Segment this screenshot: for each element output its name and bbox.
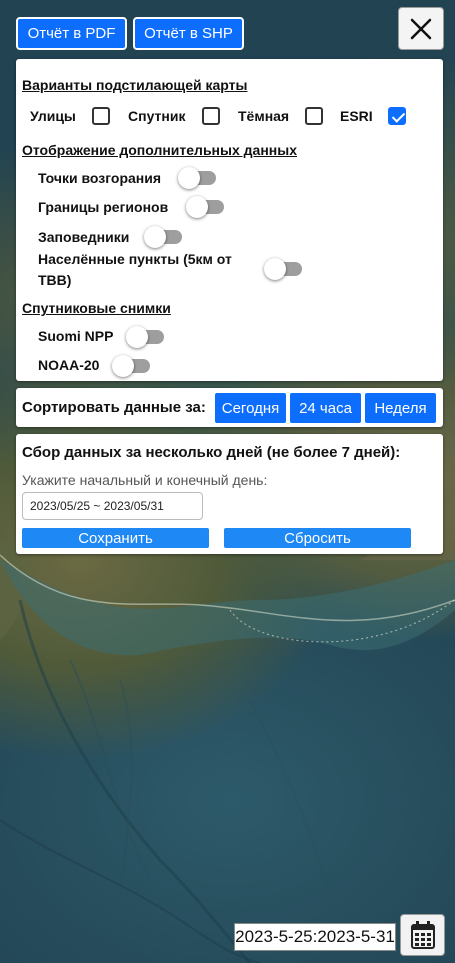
layers-panel: Варианты подстилающей карты Улицы Спутни… xyxy=(16,59,443,381)
sort-label: Сортировать данные за: xyxy=(22,399,206,416)
multi-day-title: Сбор данных за несколько дней (не более … xyxy=(22,444,401,461)
region-borders-label: Границы регионов xyxy=(38,199,169,215)
noaa20-label: NOAA-20 xyxy=(38,357,100,373)
basemap-checkbox-dark[interactable] xyxy=(305,107,323,125)
report-pdf-button[interactable]: Отчёт в PDF xyxy=(16,17,127,50)
basemap-label-satellite: Спутник xyxy=(128,108,186,124)
toggle-knob xyxy=(112,355,134,377)
basemap-checkbox-streets[interactable] xyxy=(92,107,110,125)
report-shp-button[interactable]: Отчёт в SHP xyxy=(133,17,244,50)
reserves-toggle[interactable] xyxy=(144,226,182,248)
basemap-label-esri: ESRI xyxy=(340,108,373,124)
settlements-label-line2: ТВВ) xyxy=(38,272,72,288)
settlements-toggle[interactable] xyxy=(264,258,302,280)
reset-button[interactable]: Сбросить xyxy=(224,528,411,548)
suomi-npp-label: Suomi NPP xyxy=(38,328,114,344)
sort-today-button[interactable]: Сегодня xyxy=(215,393,286,423)
settlements-label: Населённые пункты (5км от ТВВ) xyxy=(38,249,232,291)
basemap-label-dark: Тёмная xyxy=(238,108,290,124)
satellite-section-title: Спутниковые снимки xyxy=(22,300,171,316)
fire-points-toggle[interactable] xyxy=(178,167,216,189)
close-button[interactable] xyxy=(398,7,444,50)
calendar-icon xyxy=(410,921,435,949)
toggle-knob xyxy=(264,258,286,280)
date-range-input[interactable] xyxy=(22,492,203,520)
settlements-label-line1: Населённые пункты (5км от xyxy=(38,251,232,267)
extra-data-section-title: Отображение дополнительных данных xyxy=(22,142,297,158)
toggle-knob xyxy=(186,196,208,218)
basemap-section-title: Варианты подстилающей карты xyxy=(22,77,248,93)
basemap-checkbox-satellite[interactable] xyxy=(202,107,220,125)
date-range-hint: Укажите начальный и конечный день: xyxy=(22,472,268,488)
close-icon xyxy=(410,18,432,39)
current-date-range: 2023-5-25:2023-5-31 xyxy=(234,923,396,951)
sort-24h-button[interactable]: 24 часа xyxy=(290,393,361,423)
reserves-label: Заповедники xyxy=(38,229,130,245)
region-borders-toggle[interactable] xyxy=(186,196,224,218)
suomi-npp-toggle[interactable] xyxy=(126,326,164,348)
save-button[interactable]: Сохранить xyxy=(22,528,209,548)
toggle-knob xyxy=(144,226,166,248)
basemap-checkbox-esri[interactable] xyxy=(388,107,406,125)
toggle-knob xyxy=(178,167,200,189)
toggle-knob xyxy=(126,326,148,348)
calendar-button[interactable] xyxy=(400,914,445,956)
sort-week-button[interactable]: Неделя xyxy=(365,393,436,423)
fire-points-label: Точки возгорания xyxy=(38,170,162,186)
basemap-label-streets: Улицы xyxy=(30,108,76,124)
noaa20-toggle[interactable] xyxy=(112,355,150,377)
